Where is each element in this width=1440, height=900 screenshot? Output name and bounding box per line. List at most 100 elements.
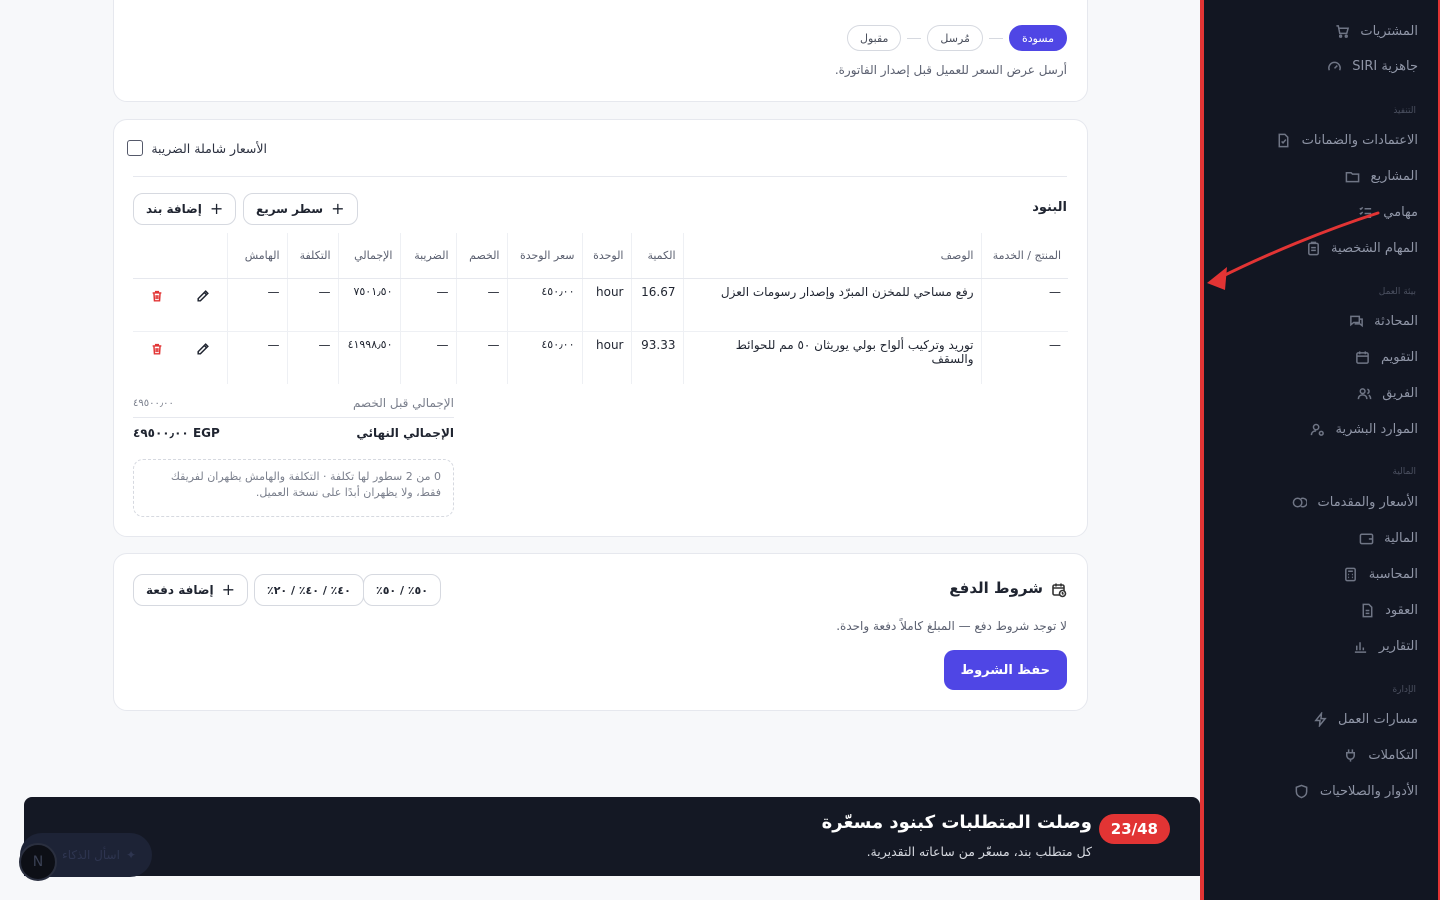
sidebar-item-guarantees[interactable]: الاعتمادات والضمانات <box>1276 132 1418 148</box>
cell-unit[interactable]: hour <box>582 331 632 384</box>
cell-qty[interactable]: 93.33 <box>631 331 684 384</box>
preset-label: ٤٠٪ / ٤٠٪ / ٢٠٪ <box>267 583 351 597</box>
step-accepted[interactable]: مقبول <box>846 25 902 51</box>
step-connector <box>988 37 1003 39</box>
sidebar-item-purchases[interactable]: المشتريات <box>1334 23 1418 39</box>
cell-margin: — <box>227 331 288 384</box>
quote-status-card: مسودة مُرسل مقبول أرسل عرض السعر للعميل … <box>113 0 1088 102</box>
grand-total-row: الإجمالي النهائي EGP ٤٩٥٠٠٫٠٠ <box>133 426 454 448</box>
col-qty: الكمية <box>631 233 684 279</box>
sidebar-item-calendar[interactable]: التقويم <box>1355 349 1418 365</box>
sidebar-item-contracts[interactable]: العقود <box>1359 602 1418 618</box>
sidebar-item-team[interactable]: الفريق <box>1356 385 1418 401</box>
sidebar-item-hr[interactable]: الموارد البشرية <box>1310 421 1418 437</box>
table-row[interactable]: — توريد وتركيب ألواح بولي يوريثان ٥٠ مم … <box>133 331 1068 384</box>
sidebar-item-integrations[interactable]: التكاملات <box>1342 747 1418 763</box>
sidebar-item-reports[interactable]: التقارير <box>1353 638 1418 654</box>
save-terms-button[interactable]: حفظ الشروط <box>943 650 1067 690</box>
sidebar-item-chat[interactable]: المحادثة <box>1348 313 1418 329</box>
cell-unit-price[interactable]: ٤٥٠٫٠٠ <box>507 278 583 332</box>
sidebar-item-workflows[interactable]: مسارات العمل <box>1312 711 1418 727</box>
col-cost: التكلفة <box>287 233 339 279</box>
add-payment-button[interactable]: + إضافة دفعة <box>133 574 248 606</box>
sidebar-item-personal-tasks[interactable]: المهام الشخصية <box>1305 240 1418 256</box>
cart-icon <box>1334 23 1350 39</box>
sidebar-item-label: الاعتمادات والضمانات <box>1301 132 1418 148</box>
divider <box>133 176 1067 177</box>
sidebar-item-my-tasks[interactable]: مهامي <box>1357 204 1418 220</box>
sidebar: المشتريات جاهزية SIRI التنفيذ الاعتمادات… <box>1200 0 1440 900</box>
cell-unit-price[interactable]: ٤٥٠٫٠٠ <box>507 331 583 384</box>
cell-tax[interactable]: — <box>400 331 457 384</box>
toast-title: وصلت المتطلبات كبنود مسعّرة <box>821 812 1092 833</box>
progress-badge: 23/48 <box>1098 814 1170 844</box>
cell-tax[interactable]: — <box>400 278 457 332</box>
line-items-card: الأسعار شاملة الضريبة البنود + سطر سريع … <box>113 119 1088 537</box>
sidebar-item-label: مسارات العمل <box>1338 711 1418 727</box>
sidebar-item-label: المحاسبة <box>1368 566 1418 582</box>
add-item-label: إضافة بند <box>146 202 202 216</box>
sidebar-item-label: المالية <box>1384 530 1418 546</box>
tax-inclusive-toggle[interactable]: الأسعار شاملة الضريبة <box>127 140 267 156</box>
quick-line-label: سطر سريع <box>256 202 324 216</box>
col-tax: الضريبة <box>400 233 457 279</box>
trash-icon[interactable] <box>146 338 168 360</box>
bar-chart-icon <box>1353 638 1369 654</box>
sidebar-item-quotes[interactable]: الأسعار والمقدمات <box>1292 494 1418 510</box>
sidebar-item-accounting[interactable]: المحاسبة <box>1343 566 1418 582</box>
cell-discount[interactable]: — <box>456 278 508 332</box>
sidebar-item-roles[interactable]: الأدوار والصلاحيات <box>1294 783 1418 799</box>
plus-icon: + <box>331 199 345 218</box>
tax-inclusive-checkbox[interactable] <box>127 140 144 156</box>
bolt-icon <box>1312 711 1328 727</box>
sidebar-item-label: المحادثة <box>1374 313 1418 329</box>
sidebar-section-finance: المالية <box>1392 467 1416 477</box>
sidebar-item-finance[interactable]: المالية <box>1358 530 1418 546</box>
cell-total: ٧٥٠١٫٥٠ <box>338 278 401 332</box>
cell-unit[interactable]: hour <box>582 278 632 332</box>
sparkle-icon: ✦ <box>125 848 136 862</box>
trash-icon[interactable] <box>146 285 168 307</box>
add-payment-label: إضافة دفعة <box>146 583 214 597</box>
quick-line-button[interactable]: + سطر سريع <box>243 193 358 225</box>
cell-description[interactable]: توريد وتركيب ألواح بولي يوريثان ٥٠ مم لل… <box>683 331 982 384</box>
tasks-icon <box>1357 204 1373 220</box>
coins-icon <box>1292 494 1308 510</box>
toast-subtitle: كل متطلب بند، مسعّر من ساعاته التقديرية. <box>866 844 1092 859</box>
user-gear-icon <box>1310 421 1326 437</box>
col-product: المنتج / الخدمة <box>981 233 1068 279</box>
sidebar-section-execution: التنفيذ <box>1393 106 1416 116</box>
cell-total: ٤١٩٩٨٫٥٠ <box>338 331 401 384</box>
table-row[interactable]: — رفع مساحي للمخزن المبرّد وإصدار رسومات… <box>133 278 1068 332</box>
calendar-icon <box>1355 349 1371 365</box>
sidebar-item-siri-readiness[interactable]: جاهزية SIRI <box>1326 58 1418 74</box>
cell-cost[interactable]: — <box>287 331 339 384</box>
edit-icon[interactable] <box>192 338 214 360</box>
cell-description[interactable]: رفع مساحي للمخزن المبرّد وإصدار رسومات ا… <box>683 278 982 332</box>
sidebar-item-projects[interactable]: المشاريع <box>1345 168 1418 184</box>
preset-50-50-button[interactable]: ٥٠٪ / ٥٠٪ <box>363 574 441 606</box>
grand-total-label: الإجمالي النهائي <box>356 426 454 440</box>
cell-qty[interactable]: 16.67 <box>631 278 684 332</box>
users-icon <box>1356 385 1372 401</box>
plus-icon: + <box>221 580 235 599</box>
preset-40-40-20-button[interactable]: ٤٠٪ / ٤٠٪ / ٢٠٪ <box>254 574 364 606</box>
col-discount: الخصم <box>456 233 508 279</box>
sidebar-item-label: الفريق <box>1382 385 1418 401</box>
add-item-button[interactable]: + إضافة بند <box>133 193 237 225</box>
gauge-icon <box>1326 58 1342 74</box>
cell-product[interactable]: — <box>981 331 1068 384</box>
cell-product[interactable]: — <box>981 278 1068 332</box>
edit-icon[interactable] <box>192 285 214 307</box>
step-sent[interactable]: مُرسل <box>927 25 983 51</box>
cell-cost[interactable]: — <box>287 278 339 332</box>
step-draft[interactable]: مسودة <box>1008 25 1067 51</box>
status-stepper: مسودة مُرسل مقبول <box>846 25 1067 51</box>
cell-discount[interactable]: — <box>456 331 508 384</box>
sidebar-item-label: العقود <box>1385 602 1418 618</box>
wallet-icon <box>1358 530 1374 546</box>
avatar[interactable]: N <box>19 843 57 881</box>
folder-icon <box>1345 168 1361 184</box>
toast-notification: 23/48 وصلت المتطلبات كبنود مسعّرة كل متط… <box>24 797 1200 876</box>
sidebar-section-admin: الإدارة <box>1392 685 1416 695</box>
